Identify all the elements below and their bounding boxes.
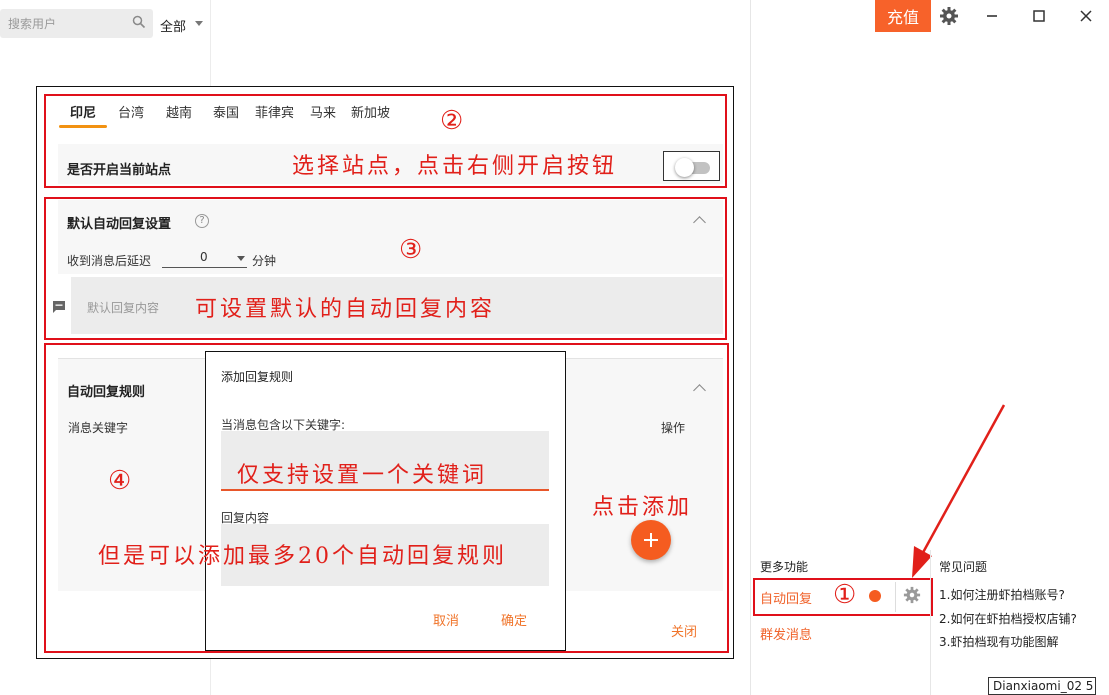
site-enable-label: 是否开启当前站点 — [67, 163, 172, 178]
faq-item[interactable]: 3.虾拍档现有功能图解 — [939, 633, 1058, 650]
maximize-icon[interactable] — [1028, 6, 1050, 26]
close-button[interactable]: 关闭 — [671, 621, 697, 640]
gear-icon[interactable] — [938, 6, 960, 26]
delay-select[interactable]: 0 — [162, 248, 247, 268]
chevron-down-icon[interactable] — [195, 21, 203, 26]
add-rule-dialog — [205, 351, 566, 651]
faq-item[interactable]: 1.如何注册虾拍档账号? — [939, 586, 1065, 603]
tab-malaysia[interactable]: 马来 — [310, 102, 336, 121]
delay-unit: 分钟 — [252, 254, 277, 268]
rules-title: 自动回复规则 — [67, 385, 146, 400]
tab-singapore[interactable]: 新加坡 — [351, 102, 390, 121]
tab-thailand[interactable]: 泰国 — [213, 102, 239, 121]
annotation-number-3: ③ — [399, 235, 423, 265]
message-icon — [52, 300, 66, 318]
search-icon[interactable] — [132, 15, 146, 33]
delay-value: 0 — [200, 250, 208, 264]
divider — [895, 582, 896, 612]
faq-item[interactable]: 2.如何在虾拍档授权店铺? — [939, 610, 1077, 627]
mass-message-menu-item[interactable]: 群发消息 — [760, 624, 812, 643]
default-reply-section — [58, 200, 723, 274]
tab-philippines[interactable]: 菲律宾 — [255, 102, 294, 121]
tab-indonesia[interactable]: 印尼 — [70, 102, 96, 121]
annotation-number-2: ② — [440, 106, 464, 136]
default-reply-placeholder: 默认回复内容 — [87, 301, 160, 315]
search-box[interactable]: 搜索用户 — [0, 9, 153, 38]
help-icon[interactable]: ? — [195, 214, 209, 228]
annotation-site-tip: 选择站点，点击右侧开启按钮 — [292, 154, 618, 179]
divider — [930, 550, 931, 695]
tab-taiwan[interactable]: 台湾 — [118, 102, 144, 121]
version-label: Dianxiaomi_02 5 — [988, 677, 1096, 695]
delay-label: 收到消息后延迟 — [67, 254, 152, 268]
filter-dropdown[interactable]: 全部 — [160, 16, 186, 35]
tab-vietnam[interactable]: 越南 — [166, 102, 192, 121]
column-header-action: 操作 — [661, 421, 686, 435]
status-dot — [869, 590, 881, 602]
recharge-button[interactable]: 充值 — [875, 0, 931, 32]
dialog-title: 添加回复规则 — [221, 370, 294, 384]
annotation-rules-tip: 但是可以添加最多20个自动回复规则 — [98, 544, 507, 569]
faq-title: 常见问题 — [939, 560, 988, 574]
auto-reply-menu-item[interactable]: 自动回复 — [760, 588, 812, 607]
minimize-icon[interactable] — [981, 6, 1003, 26]
cancel-button[interactable]: 取消 — [433, 610, 459, 629]
add-rule-button[interactable] — [631, 520, 671, 560]
chevron-down-icon[interactable] — [237, 256, 245, 261]
more-features-title: 更多功能 — [760, 560, 809, 574]
site-enable-toggle[interactable] — [663, 151, 720, 181]
annotation-keyword-tip: 仅支持设置一个关键词 — [237, 463, 488, 488]
default-reply-title: 默认自动回复设置 — [67, 217, 172, 232]
annotation-add-tip: 点击添加 — [592, 495, 693, 520]
toggle-knob[interactable] — [675, 158, 694, 177]
divider — [750, 0, 751, 695]
annotation-default-tip: 可设置默认的自动回复内容 — [195, 297, 496, 322]
active-tab-indicator — [59, 125, 107, 128]
column-header-keyword: 消息关键字 — [68, 421, 129, 435]
confirm-button[interactable]: 确定 — [501, 610, 527, 629]
close-icon[interactable] — [1075, 6, 1097, 26]
annotation-number-1: ① — [833, 580, 857, 610]
annotation-number-4: ④ — [108, 466, 132, 496]
search-input[interactable]: 搜索用户 — [8, 15, 56, 32]
settings-gear-icon[interactable] — [903, 586, 921, 608]
